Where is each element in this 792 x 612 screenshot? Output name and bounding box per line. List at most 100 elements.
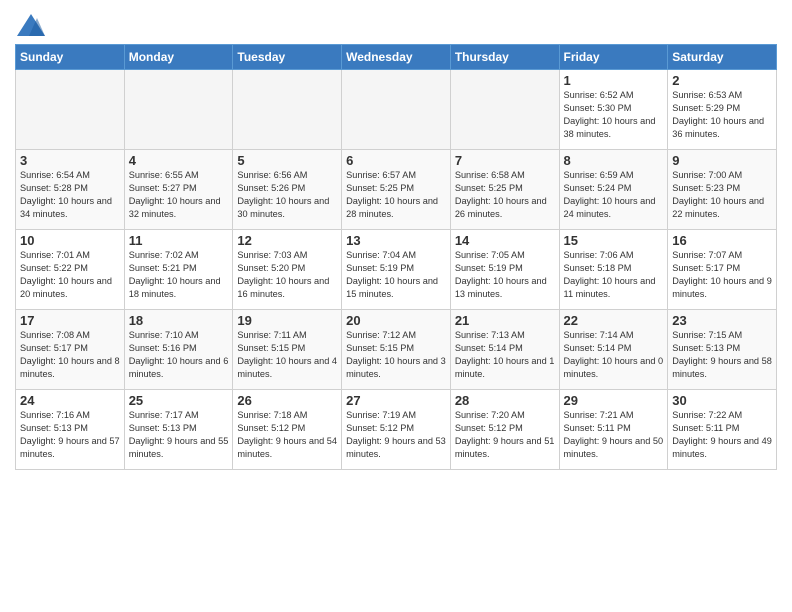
day-number: 18 <box>129 313 229 328</box>
calendar-day-cell <box>16 70 125 150</box>
day-info: Sunrise: 7:21 AM Sunset: 5:11 PM Dayligh… <box>564 409 664 461</box>
weekday-header: Saturday <box>668 45 777 70</box>
day-number: 22 <box>564 313 664 328</box>
day-info: Sunrise: 7:02 AM Sunset: 5:21 PM Dayligh… <box>129 249 229 301</box>
day-info: Sunrise: 7:04 AM Sunset: 5:19 PM Dayligh… <box>346 249 446 301</box>
day-info: Sunrise: 7:07 AM Sunset: 5:17 PM Dayligh… <box>672 249 772 301</box>
calendar-week-row: 3Sunrise: 6:54 AM Sunset: 5:28 PM Daylig… <box>16 150 777 230</box>
logo-icon <box>17 14 45 36</box>
day-number: 26 <box>237 393 337 408</box>
calendar-day-cell: 1Sunrise: 6:52 AM Sunset: 5:30 PM Daylig… <box>559 70 668 150</box>
weekday-header: Wednesday <box>342 45 451 70</box>
day-info: Sunrise: 7:06 AM Sunset: 5:18 PM Dayligh… <box>564 249 664 301</box>
weekday-header: Thursday <box>450 45 559 70</box>
day-info: Sunrise: 6:54 AM Sunset: 5:28 PM Dayligh… <box>20 169 120 221</box>
calendar-day-cell: 3Sunrise: 6:54 AM Sunset: 5:28 PM Daylig… <box>16 150 125 230</box>
day-info: Sunrise: 7:12 AM Sunset: 5:15 PM Dayligh… <box>346 329 446 381</box>
calendar-day-cell: 27Sunrise: 7:19 AM Sunset: 5:12 PM Dayli… <box>342 390 451 470</box>
calendar-day-cell: 6Sunrise: 6:57 AM Sunset: 5:25 PM Daylig… <box>342 150 451 230</box>
day-info: Sunrise: 7:15 AM Sunset: 5:13 PM Dayligh… <box>672 329 772 381</box>
calendar-day-cell <box>342 70 451 150</box>
calendar-day-cell: 21Sunrise: 7:13 AM Sunset: 5:14 PM Dayli… <box>450 310 559 390</box>
logo <box>15 14 43 36</box>
calendar-day-cell: 26Sunrise: 7:18 AM Sunset: 5:12 PM Dayli… <box>233 390 342 470</box>
calendar-day-cell: 18Sunrise: 7:10 AM Sunset: 5:16 PM Dayli… <box>124 310 233 390</box>
day-number: 8 <box>564 153 664 168</box>
calendar-day-cell: 15Sunrise: 7:06 AM Sunset: 5:18 PM Dayli… <box>559 230 668 310</box>
day-number: 4 <box>129 153 229 168</box>
day-info: Sunrise: 7:22 AM Sunset: 5:11 PM Dayligh… <box>672 409 772 461</box>
weekday-header: Sunday <box>16 45 125 70</box>
day-number: 28 <box>455 393 555 408</box>
day-number: 25 <box>129 393 229 408</box>
day-number: 30 <box>672 393 772 408</box>
calendar-day-cell: 23Sunrise: 7:15 AM Sunset: 5:13 PM Dayli… <box>668 310 777 390</box>
day-info: Sunrise: 6:59 AM Sunset: 5:24 PM Dayligh… <box>564 169 664 221</box>
day-number: 9 <box>672 153 772 168</box>
day-number: 1 <box>564 73 664 88</box>
day-number: 27 <box>346 393 446 408</box>
calendar-day-cell: 7Sunrise: 6:58 AM Sunset: 5:25 PM Daylig… <box>450 150 559 230</box>
day-number: 10 <box>20 233 120 248</box>
day-number: 7 <box>455 153 555 168</box>
calendar-week-row: 1Sunrise: 6:52 AM Sunset: 5:30 PM Daylig… <box>16 70 777 150</box>
day-number: 5 <box>237 153 337 168</box>
calendar-day-cell: 22Sunrise: 7:14 AM Sunset: 5:14 PM Dayli… <box>559 310 668 390</box>
calendar-day-cell: 19Sunrise: 7:11 AM Sunset: 5:15 PM Dayli… <box>233 310 342 390</box>
calendar: SundayMondayTuesdayWednesdayThursdayFrid… <box>15 44 777 470</box>
day-number: 14 <box>455 233 555 248</box>
calendar-day-cell: 14Sunrise: 7:05 AM Sunset: 5:19 PM Dayli… <box>450 230 559 310</box>
day-info: Sunrise: 7:05 AM Sunset: 5:19 PM Dayligh… <box>455 249 555 301</box>
calendar-day-cell: 28Sunrise: 7:20 AM Sunset: 5:12 PM Dayli… <box>450 390 559 470</box>
day-info: Sunrise: 7:13 AM Sunset: 5:14 PM Dayligh… <box>455 329 555 381</box>
page-container: SundayMondayTuesdayWednesdayThursdayFrid… <box>0 0 792 475</box>
day-number: 17 <box>20 313 120 328</box>
weekday-header: Friday <box>559 45 668 70</box>
day-info: Sunrise: 7:17 AM Sunset: 5:13 PM Dayligh… <box>129 409 229 461</box>
day-number: 21 <box>455 313 555 328</box>
calendar-day-cell: 11Sunrise: 7:02 AM Sunset: 5:21 PM Dayli… <box>124 230 233 310</box>
calendar-day-cell: 12Sunrise: 7:03 AM Sunset: 5:20 PM Dayli… <box>233 230 342 310</box>
day-number: 13 <box>346 233 446 248</box>
calendar-week-row: 24Sunrise: 7:16 AM Sunset: 5:13 PM Dayli… <box>16 390 777 470</box>
day-number: 19 <box>237 313 337 328</box>
day-info: Sunrise: 6:58 AM Sunset: 5:25 PM Dayligh… <box>455 169 555 221</box>
calendar-day-cell: 24Sunrise: 7:16 AM Sunset: 5:13 PM Dayli… <box>16 390 125 470</box>
day-info: Sunrise: 7:00 AM Sunset: 5:23 PM Dayligh… <box>672 169 772 221</box>
day-number: 16 <box>672 233 772 248</box>
day-info: Sunrise: 7:08 AM Sunset: 5:17 PM Dayligh… <box>20 329 120 381</box>
calendar-day-cell: 17Sunrise: 7:08 AM Sunset: 5:17 PM Dayli… <box>16 310 125 390</box>
calendar-day-cell: 8Sunrise: 6:59 AM Sunset: 5:24 PM Daylig… <box>559 150 668 230</box>
day-number: 20 <box>346 313 446 328</box>
day-number: 12 <box>237 233 337 248</box>
day-number: 29 <box>564 393 664 408</box>
calendar-day-cell <box>233 70 342 150</box>
day-number: 2 <box>672 73 772 88</box>
calendar-day-cell: 25Sunrise: 7:17 AM Sunset: 5:13 PM Dayli… <box>124 390 233 470</box>
calendar-day-cell: 20Sunrise: 7:12 AM Sunset: 5:15 PM Dayli… <box>342 310 451 390</box>
calendar-week-row: 10Sunrise: 7:01 AM Sunset: 5:22 PM Dayli… <box>16 230 777 310</box>
day-info: Sunrise: 7:14 AM Sunset: 5:14 PM Dayligh… <box>564 329 664 381</box>
weekday-header: Monday <box>124 45 233 70</box>
calendar-day-cell <box>124 70 233 150</box>
day-number: 23 <box>672 313 772 328</box>
calendar-day-cell: 9Sunrise: 7:00 AM Sunset: 5:23 PM Daylig… <box>668 150 777 230</box>
calendar-day-cell: 4Sunrise: 6:55 AM Sunset: 5:27 PM Daylig… <box>124 150 233 230</box>
weekday-header: Tuesday <box>233 45 342 70</box>
day-info: Sunrise: 6:56 AM Sunset: 5:26 PM Dayligh… <box>237 169 337 221</box>
calendar-week-row: 17Sunrise: 7:08 AM Sunset: 5:17 PM Dayli… <box>16 310 777 390</box>
day-info: Sunrise: 7:20 AM Sunset: 5:12 PM Dayligh… <box>455 409 555 461</box>
day-number: 6 <box>346 153 446 168</box>
day-info: Sunrise: 7:10 AM Sunset: 5:16 PM Dayligh… <box>129 329 229 381</box>
calendar-day-cell <box>450 70 559 150</box>
day-info: Sunrise: 7:19 AM Sunset: 5:12 PM Dayligh… <box>346 409 446 461</box>
day-info: Sunrise: 7:01 AM Sunset: 5:22 PM Dayligh… <box>20 249 120 301</box>
day-number: 24 <box>20 393 120 408</box>
day-number: 15 <box>564 233 664 248</box>
calendar-day-cell: 5Sunrise: 6:56 AM Sunset: 5:26 PM Daylig… <box>233 150 342 230</box>
calendar-day-cell: 10Sunrise: 7:01 AM Sunset: 5:22 PM Dayli… <box>16 230 125 310</box>
day-info: Sunrise: 6:52 AM Sunset: 5:30 PM Dayligh… <box>564 89 664 141</box>
calendar-day-cell: 30Sunrise: 7:22 AM Sunset: 5:11 PM Dayli… <box>668 390 777 470</box>
day-info: Sunrise: 7:11 AM Sunset: 5:15 PM Dayligh… <box>237 329 337 381</box>
calendar-day-cell: 16Sunrise: 7:07 AM Sunset: 5:17 PM Dayli… <box>668 230 777 310</box>
